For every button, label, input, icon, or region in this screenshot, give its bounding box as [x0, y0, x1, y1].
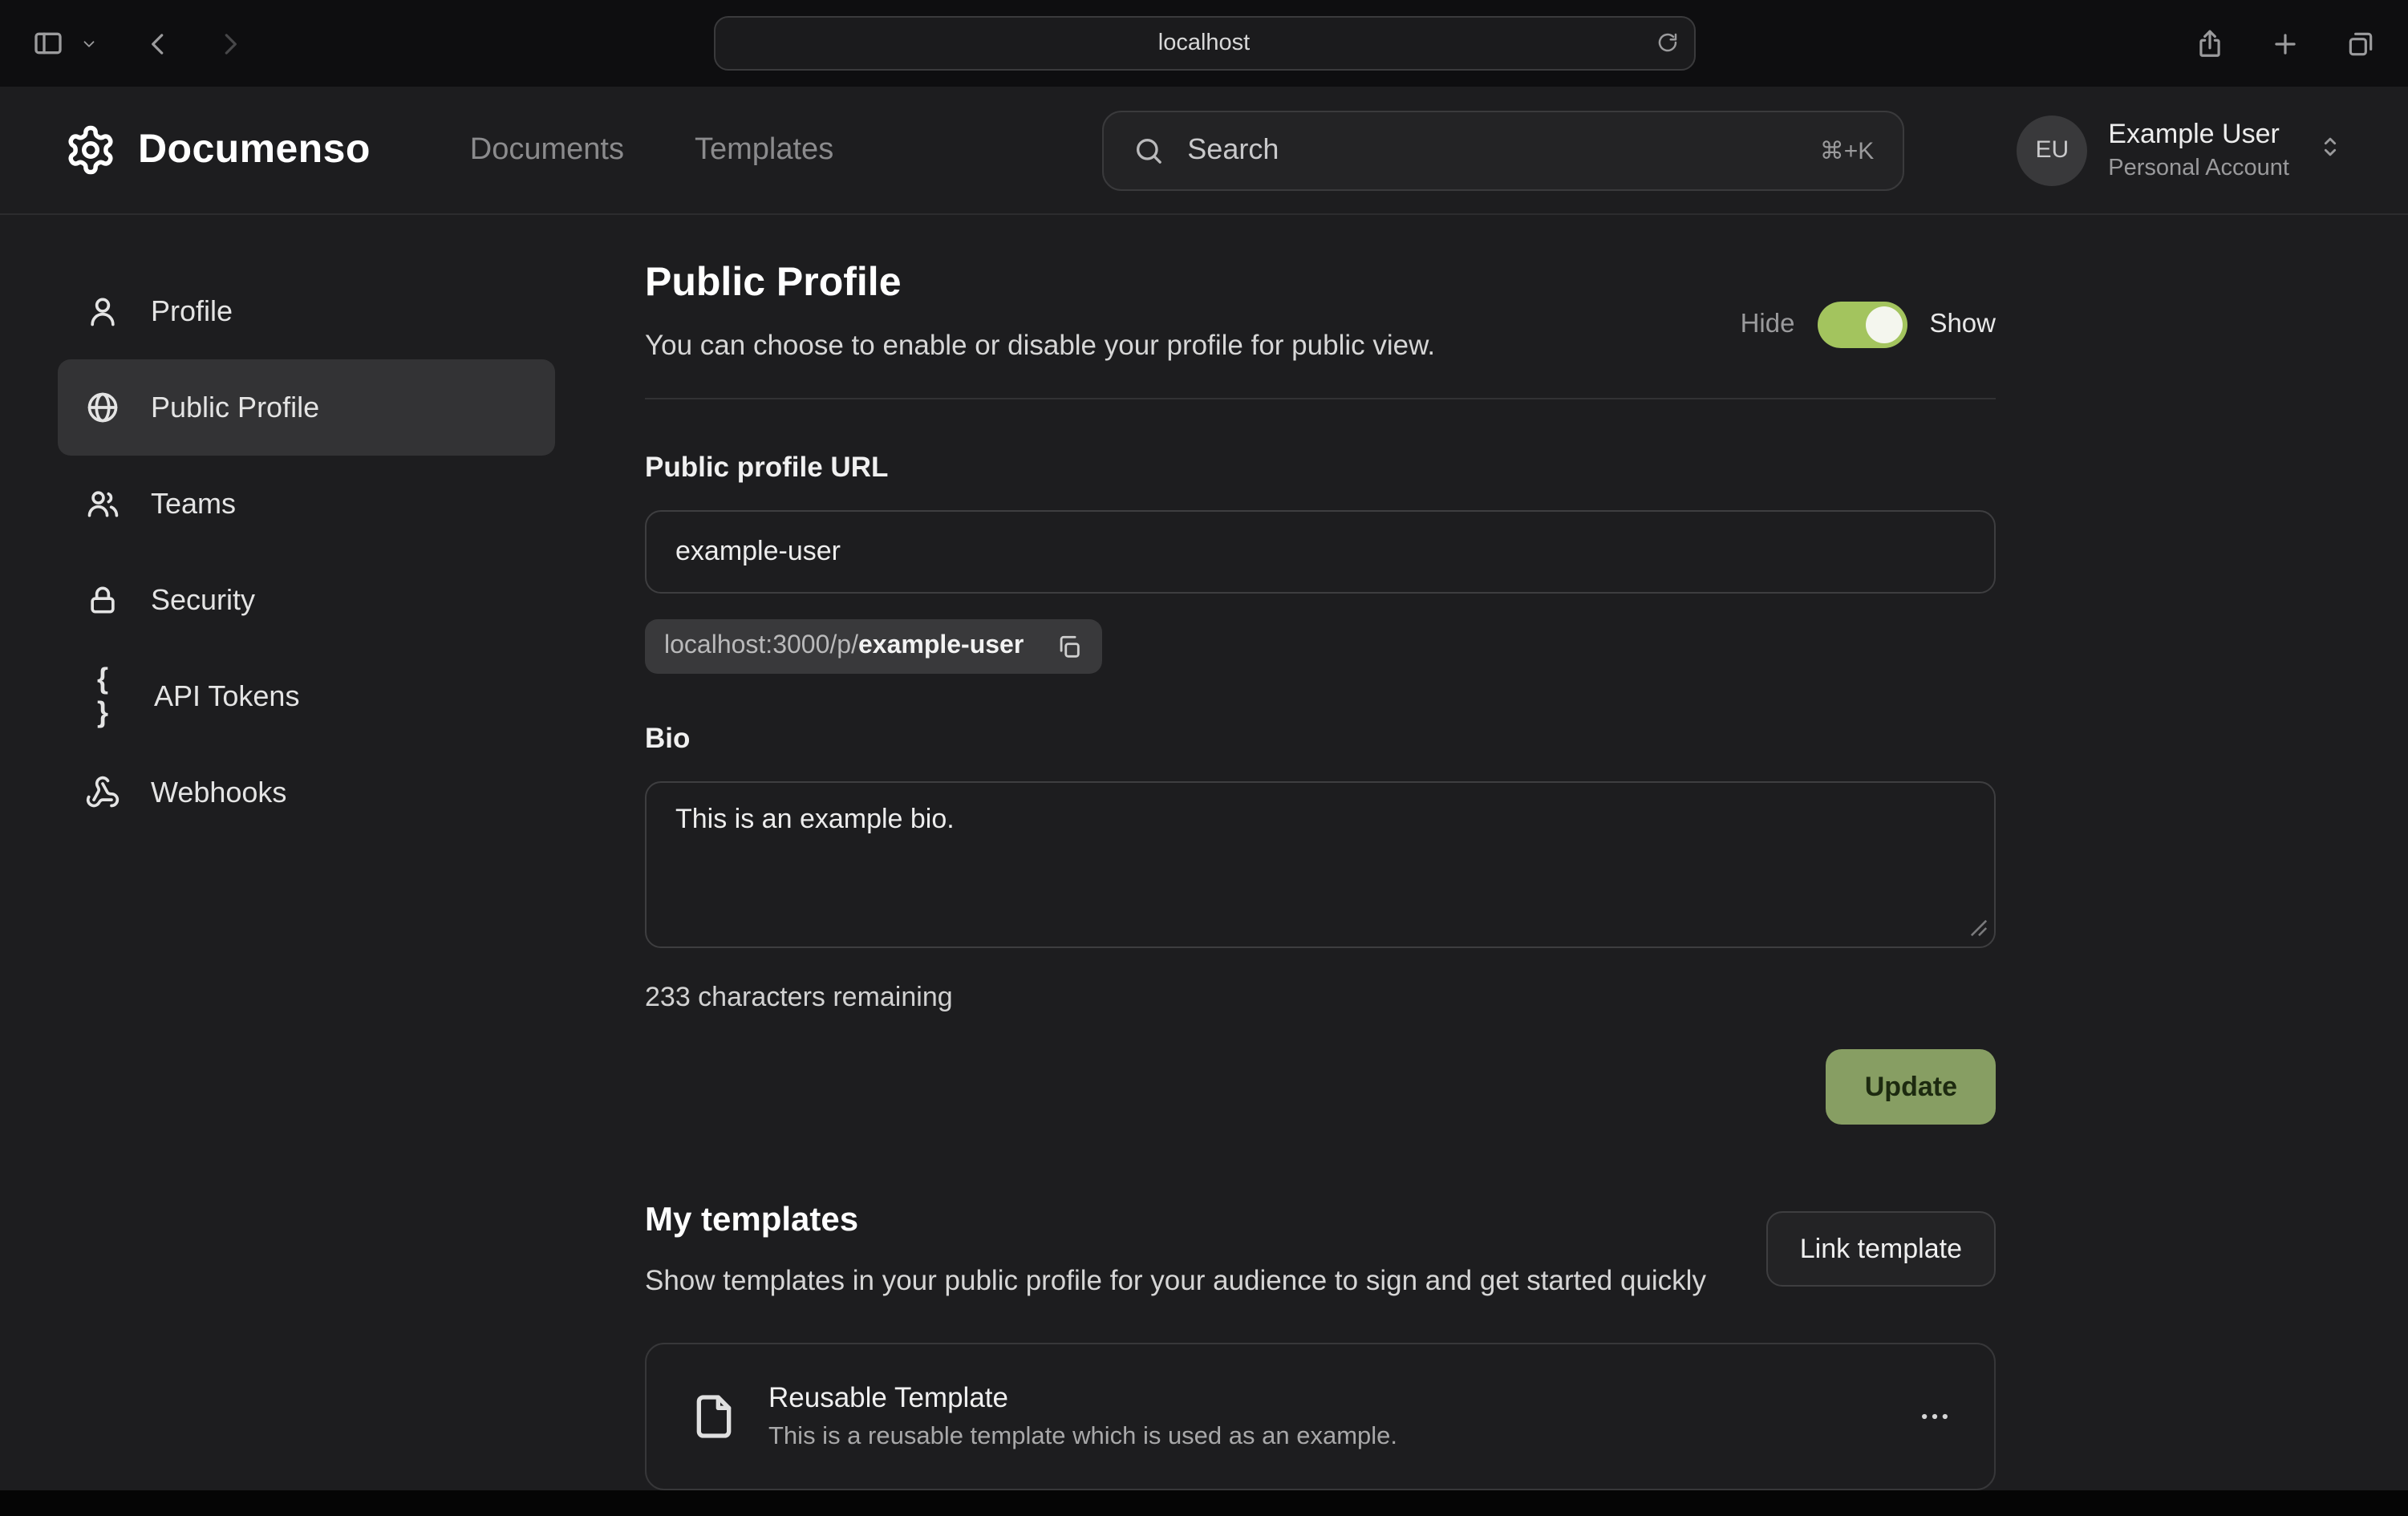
search-shortcut: ⌘+K — [1820, 136, 1875, 164]
address-bar[interactable]: localhost — [713, 16, 1695, 71]
sidebar-item-label: Security — [151, 583, 255, 617]
template-list-item[interactable]: Reusable Template This is a reusable tem… — [645, 1344, 1996, 1491]
file-icon — [688, 1392, 740, 1443]
profile-visibility-toggle[interactable] — [1817, 302, 1907, 348]
back-button[interactable] — [143, 28, 173, 59]
sidebar-item-label: API Tokens — [154, 679, 299, 713]
sidebar-item-label: Profile — [151, 294, 233, 328]
browser-window: localhost Documenso Documents Templates — [0, 0, 2408, 1516]
sidebar-toggle-icon[interactable] — [32, 27, 64, 59]
template-description: This is a reusable template which is use… — [768, 1424, 1397, 1453]
bio-textarea[interactable]: This is an example bio. — [645, 781, 1996, 948]
sidebar-item-label: Teams — [151, 487, 236, 521]
search-icon — [1133, 134, 1165, 166]
braces-icon: { } — [85, 663, 124, 730]
template-actions-button[interactable] — [1917, 1400, 1952, 1435]
divider — [645, 398, 1996, 399]
user-icon — [85, 294, 120, 329]
my-templates-title: My templates — [645, 1202, 1706, 1240]
nav-templates[interactable]: Templates — [695, 132, 833, 168]
main-nav: Documents Templates — [470, 132, 833, 168]
page-subtitle: You can choose to enable or disable your… — [645, 329, 1435, 363]
search-placeholder: Search — [1187, 133, 1279, 167]
sidebar-item-label: Webhooks — [151, 776, 286, 809]
sidebar-item-profile[interactable]: Profile — [58, 263, 555, 359]
update-button[interactable]: Update — [1826, 1049, 1996, 1125]
account-menu[interactable]: EU Example User Personal Account — [2017, 115, 2344, 185]
account-type: Personal Account — [2108, 156, 2289, 181]
bottom-strip — [0, 1490, 2408, 1516]
account-name: Example User — [2108, 119, 2289, 151]
documenso-logo-icon — [64, 124, 117, 176]
toggle-knob — [1865, 306, 1902, 343]
share-icon[interactable] — [2195, 28, 2225, 59]
address-bar-url: localhost — [1158, 30, 1250, 56]
public-profile-url-input[interactable] — [645, 510, 1996, 594]
my-templates-description: Show templates in your public profile fo… — [645, 1259, 1706, 1302]
chevron-down-icon[interactable] — [80, 34, 98, 52]
sidebar-item-label: Public Profile — [151, 391, 319, 424]
main-content: Public Profile You can choose to enable … — [645, 215, 1996, 1490]
globe-icon — [85, 390, 120, 425]
sidebar-item-teams[interactable]: Teams — [58, 456, 555, 552]
sidebar-item-webhooks[interactable]: Webhooks — [58, 744, 555, 841]
brand[interactable]: Documenso — [64, 124, 371, 176]
public-profile-url-label: Public profile URL — [645, 451, 1996, 484]
visibility-toggle-group: Hide Show — [1741, 302, 1996, 348]
new-tab-icon[interactable] — [2270, 28, 2301, 59]
resize-handle-icon[interactable] — [1970, 916, 1988, 945]
app-header: Documenso Documents Templates Search ⌘+K… — [0, 87, 2408, 215]
more-horizontal-icon — [1917, 1400, 1952, 1435]
show-label: Show — [1929, 310, 1996, 340]
sidebar-item-api-tokens[interactable]: { } API Tokens — [58, 648, 555, 744]
template-name: Reusable Template — [768, 1382, 1397, 1416]
copy-icon — [1056, 633, 1083, 660]
avatar: EU — [2017, 115, 2087, 185]
profile-url-prefix: localhost:3000/p/ — [664, 632, 858, 661]
app-body: Profile Public Profile Teams Security { … — [0, 215, 2408, 1490]
characters-remaining: 233 characters remaining — [645, 982, 1996, 1014]
page-title: Public Profile — [645, 260, 1435, 306]
copy-button[interactable] — [1040, 633, 1083, 660]
webhook-icon — [85, 775, 120, 810]
nav-documents[interactable]: Documents — [470, 132, 624, 168]
chevrons-up-down-icon — [2317, 132, 2344, 168]
link-template-button[interactable]: Link template — [1766, 1211, 1996, 1287]
hide-label: Hide — [1741, 310, 1795, 340]
bio-label: Bio — [645, 722, 1996, 756]
refresh-icon[interactable] — [1655, 30, 1679, 61]
settings-sidebar: Profile Public Profile Teams Security { … — [0, 215, 587, 1490]
sidebar-item-public-profile[interactable]: Public Profile — [58, 359, 555, 456]
my-templates-section: My templates Show templates in your publ… — [645, 1202, 1996, 1490]
sidebar-item-security[interactable]: Security — [58, 552, 555, 648]
search-input[interactable]: Search ⌘+K — [1102, 110, 1904, 190]
lock-icon — [85, 582, 120, 618]
forward-button[interactable] — [215, 28, 245, 59]
profile-url-preview: localhost:3000/p/example-user — [645, 619, 1102, 674]
profile-url-slug: example-user — [858, 632, 1024, 661]
users-icon — [85, 486, 120, 521]
browser-toolbar: localhost — [0, 0, 2408, 87]
tab-overview-icon[interactable] — [2345, 28, 2376, 59]
brand-name: Documenso — [138, 127, 371, 173]
